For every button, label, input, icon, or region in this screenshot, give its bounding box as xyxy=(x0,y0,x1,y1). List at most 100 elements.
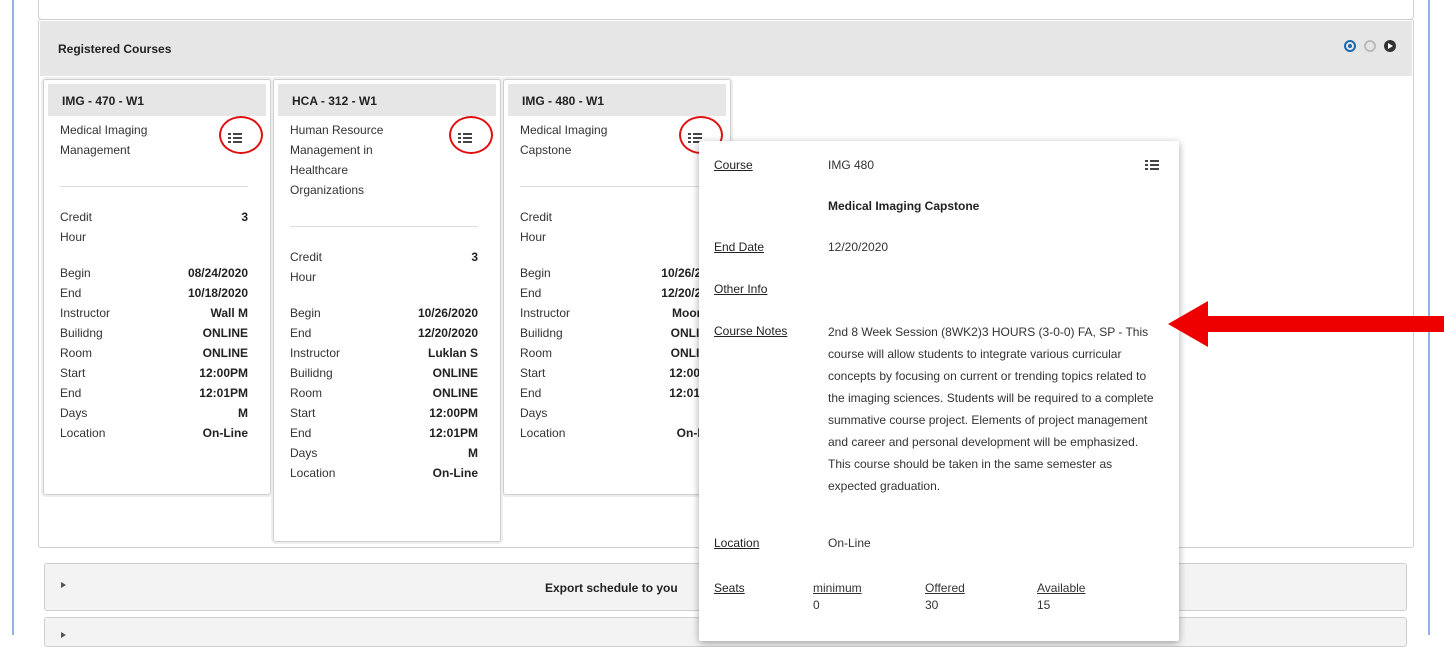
detail-row: Days xyxy=(520,403,708,423)
list-details-icon[interactable] xyxy=(1145,159,1159,171)
expand-caret-icon[interactable] xyxy=(61,582,66,588)
detail-row: Location On-Li xyxy=(520,423,708,443)
detail-label: Location xyxy=(290,466,336,480)
detail-row: Start 12:00P xyxy=(520,363,708,383)
course-value: IMG 480 xyxy=(828,158,875,172)
detail-value: 12:01PM xyxy=(199,386,248,400)
detail-label: End xyxy=(60,386,82,400)
divider xyxy=(520,186,708,187)
credit-row: Credit Hour 3 xyxy=(60,207,248,247)
location-label: Location xyxy=(714,536,760,550)
detail-row: End 12:01PM xyxy=(60,383,248,403)
detail-label: Start xyxy=(520,366,546,380)
previous-icon[interactable] xyxy=(1364,40,1376,52)
divider xyxy=(60,186,248,187)
divider xyxy=(290,226,478,227)
detail-label: Begin xyxy=(60,266,91,280)
detail-row: Room ONLIN xyxy=(520,343,708,363)
left-frame-border xyxy=(0,0,14,635)
course-name: Medical Imaging Capstone xyxy=(520,123,608,157)
header-icons xyxy=(1344,40,1396,52)
location-value: On-Line xyxy=(828,536,871,550)
annotation-circle xyxy=(219,116,263,154)
detail-row: Location On-Line xyxy=(60,423,248,443)
course-name: Medical Imaging Management xyxy=(60,123,148,157)
detail-value: On-Line xyxy=(432,466,478,480)
seats-offered-header: Offered xyxy=(925,581,965,595)
seats-minimum-header: minimum xyxy=(813,581,862,595)
detail-label: Builidng xyxy=(520,326,563,340)
detail-label: Days xyxy=(290,446,318,460)
end-date-label: End Date xyxy=(714,240,765,254)
credit-label: Credit Hour xyxy=(60,210,93,244)
seats-label: Seats xyxy=(714,581,745,595)
detail-value: M xyxy=(238,406,248,420)
detail-row: Instructor Moore xyxy=(520,303,708,323)
annotation-circle xyxy=(449,116,493,154)
detail-label: Begin xyxy=(520,266,551,280)
detail-label: Start xyxy=(60,366,86,380)
detail-value: Wall M xyxy=(210,306,248,320)
detail-value: 12:00PM xyxy=(429,406,478,420)
end-date-value: 12/20/2020 xyxy=(828,240,889,254)
detail-value: 12/20/2020 xyxy=(417,326,478,340)
detail-label: Builidng xyxy=(290,366,333,380)
course-code: HCA - 312 - W1 xyxy=(278,84,496,116)
detail-label: End xyxy=(520,286,542,300)
credit-label: Credit Hour xyxy=(290,250,323,284)
detail-value: 12:00PM xyxy=(199,366,248,380)
detail-row: Instructor Luklan S xyxy=(290,343,478,363)
detail-value: ONLINE xyxy=(202,326,248,340)
detail-value: M xyxy=(468,446,478,460)
detail-row: Days M xyxy=(290,443,478,463)
course-code: IMG - 480 - W1 xyxy=(508,84,726,116)
detail-row: Begin 08/24/2020 xyxy=(60,263,248,283)
detail-label: End xyxy=(520,386,542,400)
detail-label: Instructor xyxy=(290,346,341,360)
detail-row: End 12/20/20 xyxy=(520,283,708,303)
detail-label: Location xyxy=(60,426,106,440)
seats-available-value: 15 xyxy=(1037,598,1051,612)
detail-value: 10/26/2020 xyxy=(417,306,478,320)
expand-caret-icon[interactable] xyxy=(61,632,66,638)
detail-row: Start 12:00PM xyxy=(290,403,478,423)
course-label: Course xyxy=(714,158,753,172)
course-code: IMG - 470 - W1 xyxy=(48,84,266,116)
detail-value: ONLINE xyxy=(432,386,478,400)
course-details-popup: Course IMG 480 Medical Imaging Capstone … xyxy=(699,141,1179,641)
seats-available-header: Available xyxy=(1037,581,1086,595)
detail-row: Begin 10/26/20 xyxy=(520,263,708,283)
detail-value: 08/24/2020 xyxy=(187,266,248,280)
detail-row: End 12/20/2020 xyxy=(290,323,478,343)
detail-label: Begin xyxy=(290,306,321,320)
detail-label: Instructor xyxy=(60,306,111,320)
detail-value: ONLINE xyxy=(432,366,478,380)
detail-label: Days xyxy=(520,406,548,420)
seats-offered-value: 30 xyxy=(925,598,939,612)
detail-label: End xyxy=(60,286,82,300)
detail-value: 12:01PM xyxy=(429,426,478,440)
detail-row: Builidng ONLIN xyxy=(520,323,708,343)
export-schedule-label: Export schedule to you xyxy=(545,581,678,595)
detail-value: ONLINE xyxy=(202,346,248,360)
credit-value: 3 xyxy=(241,210,248,224)
detail-row: End 10/18/2020 xyxy=(60,283,248,303)
credit-row: Credit Hour xyxy=(520,207,708,247)
target-icon[interactable] xyxy=(1344,40,1356,52)
detail-label: Days xyxy=(60,406,88,420)
detail-label: Builidng xyxy=(60,326,103,340)
panel-header: Registered Courses xyxy=(40,21,1412,76)
detail-value: On-Line xyxy=(202,426,248,440)
credit-value: 3 xyxy=(471,250,478,264)
detail-label: Instructor xyxy=(520,306,571,320)
detail-row: End 12:01P xyxy=(520,383,708,403)
course-title: Medical Imaging Capstone xyxy=(828,199,980,213)
detail-label: Location xyxy=(520,426,566,440)
next-icon[interactable] xyxy=(1384,40,1396,52)
detail-value: Luklan S xyxy=(427,346,478,360)
detail-label: Room xyxy=(290,386,323,400)
course-notes-label: Course Notes xyxy=(714,324,788,338)
detail-row: Builidng ONLINE xyxy=(60,323,248,343)
credit-label: Credit Hour xyxy=(520,210,553,244)
detail-row: Start 12:00PM xyxy=(60,363,248,383)
